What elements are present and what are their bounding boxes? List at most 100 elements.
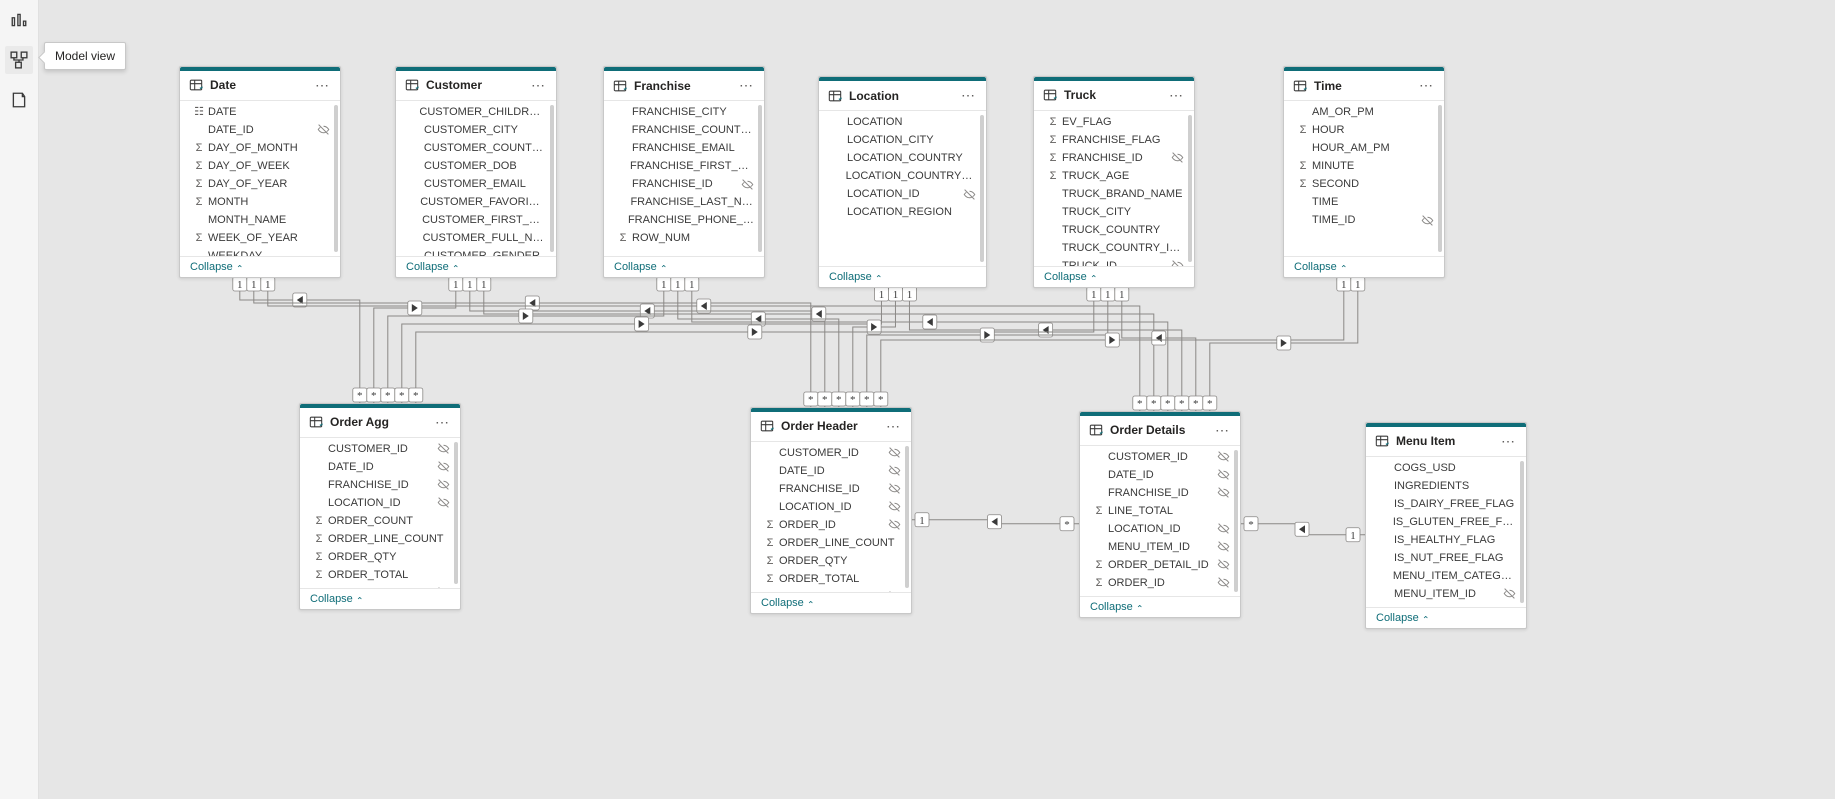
field-row[interactable]: TRUCK_CITY: [1034, 203, 1194, 221]
field-row[interactable]: FRANCHISE_CITY: [604, 103, 764, 121]
table-customer[interactable]: Customer⋯CUSTOMER_CHILDREN_COUNTCUSTOMER…: [395, 66, 557, 278]
collapse-button[interactable]: Collapse⌄: [396, 256, 556, 277]
table-header[interactable]: Franchise⋯: [604, 71, 764, 101]
field-row[interactable]: ΣORDER_LINE_COUNT: [300, 530, 460, 548]
field-row[interactable]: ΣHOUR: [1284, 121, 1444, 139]
table-orderheader[interactable]: Order Header⋯ CUSTOMER_IDDATE_IDFRANCHISE…: [750, 407, 912, 614]
field-row[interactable]: FRANCHISE_PHONE_NUMBER: [604, 211, 764, 229]
table-menuitem[interactable]: Menu Item⋯COGS_USDINGREDIENTSIS_DAIRY_FR…: [1365, 422, 1527, 629]
field-row[interactable]: DATE_ID: [751, 462, 911, 480]
field-row[interactable]: TRUCK_COUNTRY_ISO: [1034, 239, 1194, 257]
collapse-button[interactable]: Collapse⌄: [751, 592, 911, 613]
field-row[interactable]: FRANCHISE_EMAIL: [604, 139, 764, 157]
field-row[interactable]: ΣORDER_TOTAL: [300, 566, 460, 584]
table-orderagg[interactable]: Order Agg⋯CUSTOMER_IDDATE_IDFRANCHISE_ID…: [299, 403, 461, 610]
table-header[interactable]: Time⋯: [1284, 71, 1444, 101]
field-row[interactable]: IS_NUT_FREE_FLAG: [1366, 549, 1526, 567]
table-options-button[interactable]: ⋯: [313, 77, 332, 94]
field-row[interactable]: LOCATION_CITY: [819, 131, 986, 149]
table-options-button[interactable]: ⋯: [1167, 87, 1186, 104]
field-row[interactable]: LOCATION_COUNTRY_ISO: [819, 167, 986, 185]
field-row[interactable]: CUSTOMER_COUNTRY: [396, 139, 556, 157]
collapse-button[interactable]: Collapse⌄: [1284, 256, 1444, 277]
field-row[interactable]: FRANCHISE_ID: [751, 480, 911, 498]
table-options-button[interactable]: ⋯: [737, 77, 756, 94]
model-view-button[interactable]: [5, 46, 33, 74]
field-row[interactable]: CUSTOMER_FAVORITE_BAND: [396, 193, 556, 211]
table-header[interactable]: Order Details⋯: [1080, 416, 1240, 446]
table-header[interactable]: Menu Item⋯: [1366, 427, 1526, 457]
field-row[interactable]: CUSTOMER_FULL_NAME: [396, 229, 556, 247]
field-row[interactable]: MONTH_NAME: [180, 211, 340, 229]
field-row[interactable]: AM_OR_PM: [1284, 103, 1444, 121]
field-row[interactable]: FRANCHISE_FIRST_NAME: [604, 157, 764, 175]
table-options-button[interactable]: ⋯: [1499, 433, 1518, 450]
field-row[interactable]: TIME_ID: [1284, 211, 1444, 229]
field-row[interactable]: ΣORDER_TOTAL: [751, 570, 911, 588]
field-row[interactable]: CUSTOMER_CHILDREN_COUNT: [396, 103, 556, 121]
field-row[interactable]: ΣTRUCK_AGE: [1034, 167, 1194, 185]
field-row[interactable]: ΣORDER_ID: [751, 516, 911, 534]
field-row[interactable]: DATE_ID: [1080, 466, 1240, 484]
field-row[interactable]: CUSTOMER_DOB: [396, 157, 556, 175]
field-row[interactable]: TIME_ID: [751, 588, 911, 592]
field-row[interactable]: LOCATION: [819, 113, 986, 131]
field-row[interactable]: MENU_ITEM_CATEGORY: [1366, 567, 1526, 585]
table-location[interactable]: Location⋯LOCATIONLOCATION_CITYLOCATION_C…: [818, 76, 987, 288]
table-options-button[interactable]: ⋯: [529, 77, 548, 94]
table-header[interactable]: Order Agg⋯: [300, 408, 460, 438]
field-row[interactable]: ΣFRANCHISE_ID: [1034, 149, 1194, 167]
field-row[interactable]: ΣORDER_ID: [1080, 574, 1240, 592]
table-header[interactable]: Customer⋯: [396, 71, 556, 101]
table-orderdetails[interactable]: Order Details⋯CUSTOMER_IDDATE_IDFRANCHIS…: [1079, 411, 1241, 618]
field-row[interactable]: ΣORDER_QTY: [751, 552, 911, 570]
field-row[interactable]: FRANCHISE_ID: [1080, 484, 1240, 502]
collapse-button[interactable]: Collapse⌄: [819, 266, 986, 287]
field-row[interactable]: TIME: [1284, 193, 1444, 211]
field-row[interactable]: ΣORDER_LINE_COUNT: [751, 534, 911, 552]
table-options-button[interactable]: ⋯: [433, 414, 452, 431]
table-franchise[interactable]: Franchise⋯ FRANCHISE_CITYFRANCHISE_COUNTR…: [603, 66, 765, 278]
field-row[interactable]: TRUCK_ID: [300, 584, 460, 588]
field-row[interactable]: CUSTOMER_GENDER: [396, 247, 556, 256]
field-row[interactable]: DATE_ID: [300, 458, 460, 476]
table-time[interactable]: Time⋯AM_OR_PMΣHOURHOUR_AM_PMΣMINUTEΣSECO…: [1283, 66, 1445, 278]
field-row[interactable]: WEEKDAY: [180, 247, 340, 256]
field-row[interactable]: MENU_ITEM_ID: [1366, 585, 1526, 603]
field-row[interactable]: CUSTOMER_FIRST_NAME: [396, 211, 556, 229]
field-row[interactable]: ΣWEEK_OF_YEAR: [180, 229, 340, 247]
field-row[interactable]: ΣDAY_OF_WEEK: [180, 157, 340, 175]
report-view-button[interactable]: [5, 6, 33, 34]
field-row[interactable]: MENU_ITEM_NAME: [1366, 603, 1526, 607]
field-row[interactable]: ΣORDER_DETAIL_ID: [1080, 556, 1240, 574]
field-row[interactable]: ΣORDER_COUNT: [300, 512, 460, 530]
field-row[interactable]: CUSTOMER_ID: [751, 444, 911, 462]
field-row[interactable]: IS_HEALTHY_FLAG: [1366, 531, 1526, 549]
field-row[interactable]: ΣDAY_OF_MONTH: [180, 139, 340, 157]
table-options-button[interactable]: ⋯: [884, 418, 903, 435]
field-row[interactable]: ΣLINE_TOTAL: [1080, 502, 1240, 520]
table-truck[interactable]: Truck⋯ΣEV_FLAGΣFRANCHISE_FLAGΣFRANCHISE_…: [1033, 76, 1195, 288]
field-row[interactable]: ΣMINUTE: [1284, 157, 1444, 175]
field-row[interactable]: TRUCK_ID: [1034, 257, 1194, 266]
field-row[interactable]: FRANCHISE_ID: [604, 175, 764, 193]
field-row[interactable]: ΣSECOND: [1284, 175, 1444, 193]
field-row[interactable]: CUSTOMER_EMAIL: [396, 175, 556, 193]
field-row[interactable]: ΣEV_FLAG: [1034, 113, 1194, 131]
field-row[interactable]: TRUCK_COUNTRY: [1034, 221, 1194, 239]
field-row[interactable]: FRANCHISE_ID: [300, 476, 460, 494]
field-row[interactable]: INGREDIENTS: [1366, 477, 1526, 495]
field-row[interactable]: LOCATION_ID: [300, 494, 460, 512]
field-row[interactable]: CUSTOMER_CITY: [396, 121, 556, 139]
field-row[interactable]: ΣQUANTITY: [1080, 592, 1240, 596]
dax-view-button[interactable]: [5, 86, 33, 114]
field-row[interactable]: LOCATION_ID: [1080, 520, 1240, 538]
table-header[interactable]: Order Header⋯: [751, 412, 911, 442]
field-row[interactable]: FRANCHISE_COUNTRY: [604, 121, 764, 139]
field-row[interactable]: LOCATION_ID: [751, 498, 911, 516]
field-row[interactable]: ☷DATE: [180, 103, 340, 121]
field-row[interactable]: FRANCHISE_LAST_NAME: [604, 193, 764, 211]
field-row[interactable]: DATE_ID: [180, 121, 340, 139]
collapse-button[interactable]: Collapse⌄: [1366, 607, 1526, 628]
table-header[interactable]: Date⋯: [180, 71, 340, 101]
